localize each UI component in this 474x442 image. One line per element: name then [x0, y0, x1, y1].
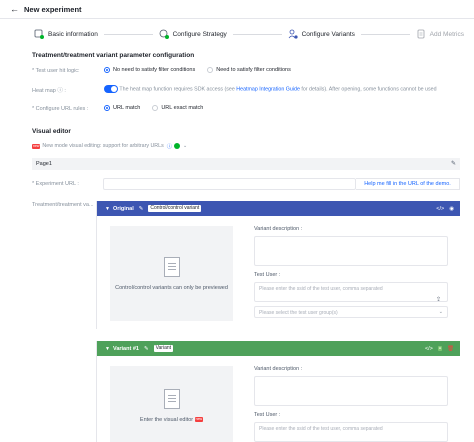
edit-pencil-icon[interactable]: ✎: [139, 206, 144, 212]
step-divider: [360, 33, 410, 35]
new-badge: new: [194, 417, 204, 423]
test-user-hit-logic-group: No need to satisfy filter conditions Nee…: [104, 67, 303, 73]
variant-body-1: Enter the visual editor new Variant desc…: [97, 356, 460, 442]
page-title: New experiment: [24, 4, 82, 14]
radio-label: URL exact match: [161, 105, 204, 111]
heat-map-text-2: for details). After opening, some functi…: [301, 86, 437, 93]
status-dot-icon: [174, 143, 181, 149]
radio-need-filter[interactable]: Need to satisfy filter conditions: [207, 67, 291, 73]
back-arrow-icon[interactable]: ←: [10, 4, 19, 14]
experiment-url-label: * Experiment URL :: [32, 181, 79, 187]
metrics-step-icon: [416, 29, 426, 39]
url-rules-label: * Configure URL rules :: [32, 106, 89, 112]
heat-map-row: The heat map function requires SDK acces…: [104, 85, 437, 93]
header-actions: </> ◉: [436, 206, 454, 212]
variant-preview-original[interactable]: Control/control variants can only be pre…: [110, 226, 233, 321]
visual-editor-title: Visual editor: [32, 128, 71, 135]
variants-step-icon: [288, 29, 298, 39]
url-rules-group: URL match URL exact match: [104, 105, 215, 111]
notice-text: New mode visual editing: support for arb…: [42, 143, 164, 149]
chevron-down-icon[interactable]: ⌄: [183, 143, 187, 149]
step-indicator: Basic information Configure Strategy Con…: [34, 27, 464, 41]
variant-name: Variant #1: [112, 345, 139, 352]
variant-tag: Variant: [153, 345, 174, 352]
header-actions: </> ● 🗑: [425, 346, 454, 352]
page-tab-bar: Page1 ✎: [32, 158, 460, 170]
experiment-url-input[interactable]: [103, 178, 356, 190]
upload-icon[interactable]: ⇪: [436, 296, 441, 303]
radio-label: No need to satisfy filter conditions: [113, 67, 196, 73]
delete-icon[interactable]: 🗑: [447, 346, 454, 352]
step-label: Basic information: [48, 30, 98, 38]
radio-url-exact-match[interactable]: URL exact match: [152, 105, 203, 111]
basic-info-step-icon: [34, 29, 44, 39]
visual-editor-entry[interactable]: Enter the visual editor new: [139, 417, 204, 423]
step-configure-strategy[interactable]: Configure Strategy: [159, 29, 227, 39]
step-divider: [232, 33, 282, 35]
status-badge-icon: ●: [437, 346, 443, 351]
variant-tag: Control/control variant: [148, 205, 202, 212]
test-user-input[interactable]: Please enter the ssid of the test user, …: [254, 282, 448, 302]
edit-pencil-icon[interactable]: ✎: [451, 160, 456, 167]
test-user-placeholder: Please enter the ssid of the test user, …: [259, 426, 383, 432]
chevron-down-icon: ⌄: [438, 309, 443, 315]
radio-dot: [207, 67, 214, 73]
test-user-placeholder: Please enter the ssid of the test user, …: [259, 286, 383, 292]
heat-map-toggle[interactable]: [104, 85, 118, 93]
enter-editor-text: Enter the visual editor: [139, 417, 194, 423]
treatment-config-title: Treatment/treatment variant parameter co…: [32, 52, 195, 59]
variant-preview-1[interactable]: Enter the visual editor new: [110, 366, 233, 442]
step-configure-variants[interactable]: Configure Variants: [288, 29, 355, 39]
variant-description-input[interactable]: [254, 376, 448, 406]
variants-label: Treatment/treatment va...: [32, 202, 94, 208]
fill-demo-url-link[interactable]: Help me fill in the URL of the demo.: [356, 178, 460, 190]
collapse-caret-icon[interactable]: ▼: [105, 346, 110, 352]
step-basic-information[interactable]: Basic information: [34, 29, 98, 39]
variant-name: Original: [112, 205, 134, 212]
code-icon[interactable]: </>: [425, 346, 433, 352]
visual-editor-notice: new New mode visual editing: support for…: [32, 142, 187, 150]
radio-label: Need to satisfy filter conditions: [216, 67, 291, 73]
test-user-label: Test User :: [254, 272, 281, 278]
eye-icon[interactable]: ◉: [449, 206, 454, 212]
variant-body-original: Control/control variants can only be pre…: [97, 216, 460, 334]
page-preview-icon: [163, 256, 180, 277]
top-bar: ← New experiment: [0, 0, 474, 19]
edit-pencil-icon[interactable]: ✎: [144, 346, 149, 352]
heatmap-guide-link[interactable]: Heatmap Integration Guide: [236, 86, 300, 92]
test-user-input[interactable]: Please enter the ssid of the test user, …: [254, 422, 448, 442]
step-label: Configure Variants: [301, 30, 355, 38]
strategy-step-icon: [159, 29, 169, 39]
heat-map-text: The heat map function requires SDK acces…: [119, 86, 235, 93]
test-user-label: Test User :: [254, 412, 281, 418]
preview-text: Control/control variants can only be pre…: [115, 284, 228, 291]
radio-dot-selected: [104, 105, 110, 111]
page-preview-icon: [163, 389, 180, 409]
radio-dot: [152, 105, 159, 111]
variant-header-1: ▼ Variant #1 ✎ Variant </> ● 🗑: [97, 341, 460, 356]
variant-card-1: ▼ Variant #1 ✎ Variant </> ● 🗑 Enter the…: [96, 341, 460, 442]
code-icon[interactable]: </>: [436, 206, 444, 212]
new-badge: new: [32, 143, 41, 149]
test-user-hit-logic-label: * Test user hit logic:: [32, 68, 80, 74]
collapse-caret-icon[interactable]: ▼: [105, 206, 110, 212]
variant-description-input[interactable]: [254, 236, 448, 266]
variant-description-label: Variant description :: [254, 366, 303, 372]
step-label: Configure Strategy: [172, 30, 227, 38]
step-divider: [103, 33, 153, 35]
test-user-group-select[interactable]: Please select the test user group(s) ⌄: [254, 306, 448, 318]
heat-map-label: Heat map ⓘ :: [32, 88, 66, 94]
radio-dot-selected: [104, 67, 110, 73]
step-add-metrics[interactable]: Add Metrics: [416, 29, 464, 39]
radio-url-match[interactable]: URL match: [104, 105, 140, 111]
variant-card-original: ▼ Original ✎ Control/control variant </>…: [96, 201, 460, 334]
radio-no-filter[interactable]: No need to satisfy filter conditions: [104, 67, 195, 73]
radio-label: URL match: [113, 105, 141, 111]
page-name[interactable]: Page1: [36, 161, 52, 167]
step-label: Add Metrics: [429, 30, 464, 38]
help-icon[interactable]: ⓘ: [167, 142, 172, 150]
variant-header-original: ▼ Original ✎ Control/control variant </>…: [97, 201, 460, 216]
group-placeholder: Please select the test user group(s): [259, 310, 338, 316]
variant-description-label: Variant description :: [254, 226, 303, 232]
